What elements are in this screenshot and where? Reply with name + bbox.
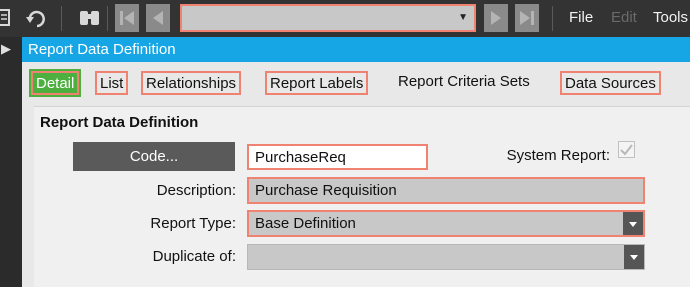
- tab-strip: Detail List Relationships Report Labels …: [22, 62, 690, 106]
- system-report-checkbox[interactable]: [618, 141, 635, 158]
- report-type-value: Base Definition: [255, 215, 356, 232]
- panel-title: Report Data Definition: [40, 114, 199, 131]
- tab-report-labels[interactable]: Report Labels: [265, 71, 369, 95]
- left-sidebar-strip: ▶: [0, 37, 22, 287]
- window-title: Report Data Definition: [28, 41, 176, 58]
- system-report-label: System Report:: [506, 147, 610, 164]
- duplicate-of-select[interactable]: [247, 244, 645, 270]
- detail-panel: Report Data Definition Code... PurchaseR…: [34, 106, 690, 287]
- toolbar-separator: [61, 6, 62, 31]
- tab-report-criteria-sets[interactable]: Report Criteria Sets: [395, 71, 533, 95]
- menu-edit[interactable]: Edit: [611, 9, 637, 26]
- tab-list[interactable]: List: [95, 71, 129, 95]
- code-field[interactable]: PurchaseReq: [247, 144, 428, 170]
- toolbar-separator: [107, 6, 108, 31]
- tab-detail[interactable]: Detail: [28, 69, 82, 97]
- report-icon[interactable]: [0, 7, 12, 35]
- menu-file[interactable]: File: [569, 9, 593, 26]
- toolbar-separator: [552, 6, 553, 31]
- record-selector-dropdown[interactable]: ▼: [180, 4, 476, 32]
- report-type-select[interactable]: Base Definition: [247, 210, 645, 237]
- code-button[interactable]: Code...: [73, 142, 235, 171]
- last-record-icon[interactable]: [515, 4, 539, 32]
- report-type-label: Report Type:: [150, 215, 236, 232]
- chevron-down-icon: ▼: [458, 12, 468, 23]
- description-field[interactable]: Purchase Requisition: [247, 177, 645, 204]
- checkmark-icon: [620, 144, 633, 156]
- previous-record-icon[interactable]: [146, 4, 170, 32]
- main-content: Detail List Relationships Report Labels …: [22, 62, 690, 287]
- main-toolbar: ▼ File Edit Tools: [0, 0, 690, 37]
- chevron-down-icon[interactable]: [623, 212, 643, 235]
- tab-relationships[interactable]: Relationships: [141, 71, 242, 95]
- binoculars-icon[interactable]: [78, 7, 102, 35]
- chevron-down-icon[interactable]: [624, 245, 644, 269]
- undo-icon[interactable]: [24, 7, 48, 35]
- description-label: Description:: [156, 182, 236, 199]
- next-record-icon[interactable]: [484, 4, 508, 32]
- window-titlebar: Report Data Definition: [22, 37, 690, 62]
- duplicate-of-label: Duplicate of:: [152, 248, 236, 265]
- collapse-arrow-icon[interactable]: ▶: [1, 41, 11, 57]
- tab-data-sources[interactable]: Data Sources: [560, 71, 661, 95]
- first-record-icon[interactable]: [115, 4, 139, 32]
- menu-tools[interactable]: Tools: [653, 9, 688, 26]
